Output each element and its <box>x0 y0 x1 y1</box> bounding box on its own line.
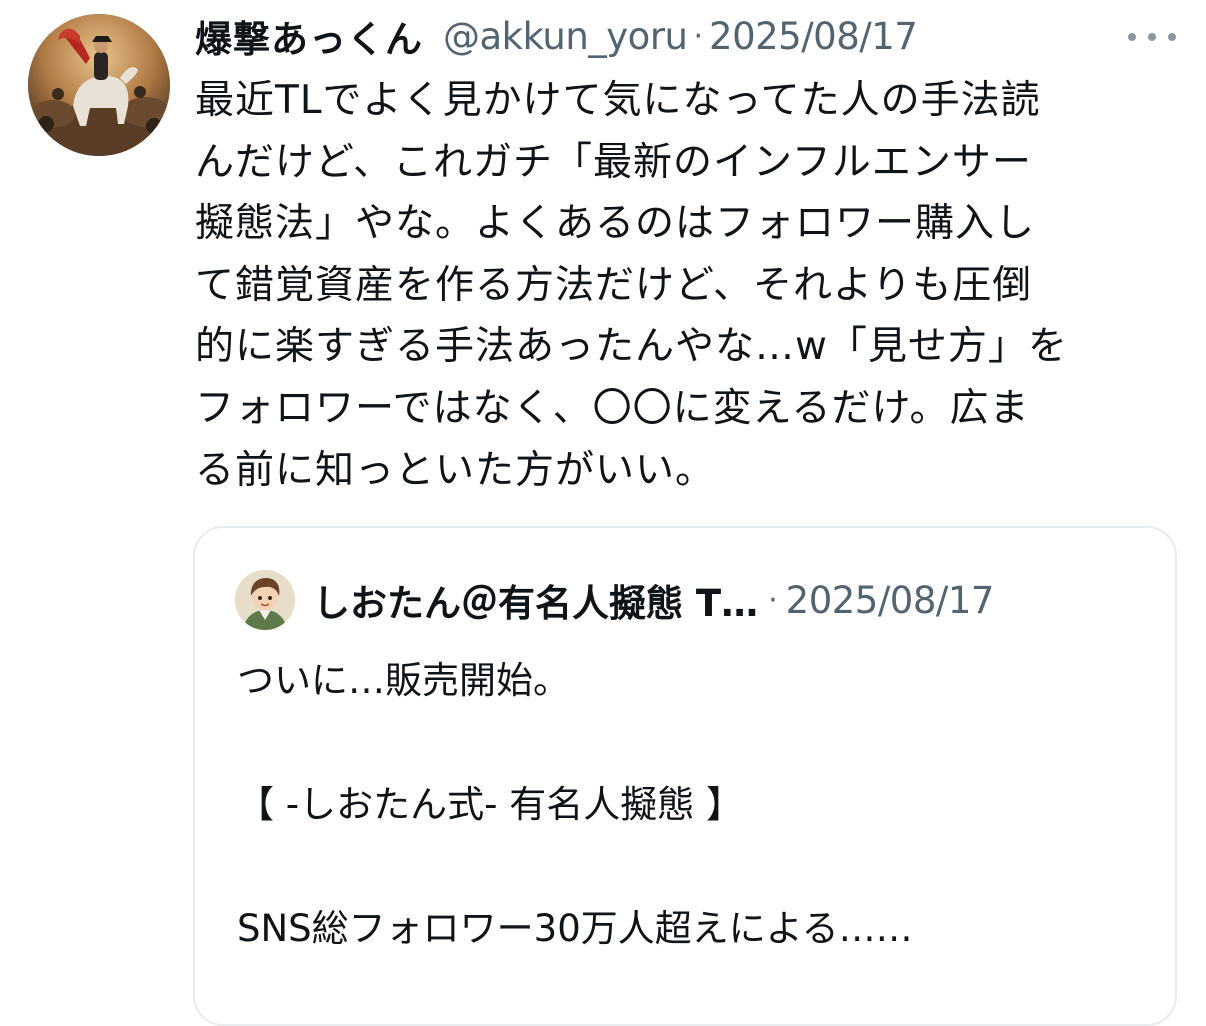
tweet: 爆撃あっくん @akkun_yoru · 2025/08/17 最近TLでよく見… <box>0 0 1206 1026</box>
cartoon-avatar-image <box>235 570 295 630</box>
author-display-name[interactable]: 爆撃あっくん <box>195 9 423 63</box>
quoted-author-avatar <box>235 570 295 630</box>
quoted-tweet-date: 2025/08/17 <box>785 578 995 622</box>
quoted-tweet-card[interactable]: しおたん＠有名人擬態 T… · 2025/08/17 ついに…販売開始。 【 -… <box>193 526 1177 1026</box>
more-horizontal-icon[interactable] <box>1128 30 1176 44</box>
separator-dot: · <box>693 18 704 54</box>
author-avatar[interactable] <box>28 14 170 156</box>
more-dot <box>1128 33 1136 41</box>
more-dot <box>1168 33 1176 41</box>
tweet-header: 爆撃あっくん @akkun_yoru · 2025/08/17 <box>195 8 918 64</box>
author-handle[interactable]: @akkun_yoru <box>443 15 688 58</box>
quoted-tweet-text: ついに…販売開始。 【 -しおたん式- 有名人擬態 】 SNS総フォロワー30万… <box>237 659 913 950</box>
tweet-text: 最近TLでよく見かけて気になってた人の手法読 んだけど、これガチ「最新のインフル… <box>195 78 1068 493</box>
quoted-tweet-header: しおたん＠有名人擬態 T… · 2025/08/17 <box>313 572 994 628</box>
painting-avatar-image <box>28 14 170 156</box>
tweet-date[interactable]: 2025/08/17 <box>709 15 918 58</box>
quoted-author-display-name: しおたん＠有名人擬態 T… <box>313 582 759 625</box>
more-dot <box>1148 33 1156 41</box>
separator-dot: · <box>768 582 778 618</box>
